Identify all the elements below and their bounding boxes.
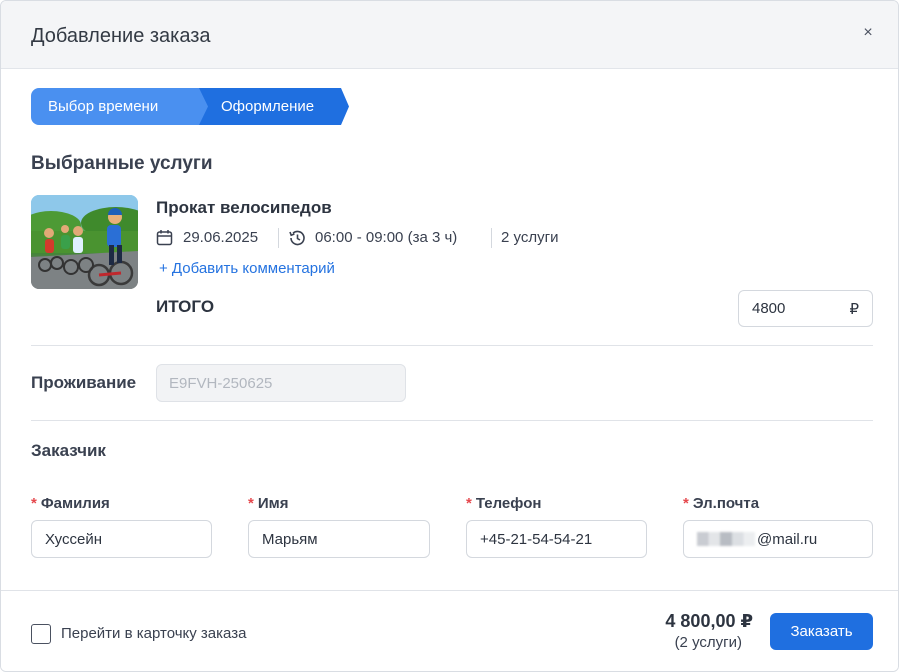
firstname-field[interactable]: Марьям bbox=[248, 520, 430, 558]
email-value: @mail.ru bbox=[757, 531, 818, 548]
total-label: ИТОГО bbox=[156, 297, 215, 316]
total-price-value: 4800 bbox=[752, 300, 786, 317]
calendar-icon bbox=[156, 230, 173, 246]
service-image bbox=[31, 195, 138, 289]
lastname-field[interactable]: Хуссейн bbox=[31, 520, 212, 558]
step-checkout[interactable]: Оформление bbox=[199, 88, 349, 125]
selected-services-title: Выбранные услуги bbox=[31, 153, 213, 174]
lastname-label: * Фамилия bbox=[31, 495, 110, 512]
open-order-card-checkbox[interactable] bbox=[31, 624, 51, 644]
dialog-header: Добавление заказа × bbox=[1, 1, 898, 69]
dialog-title: Добавление заказа bbox=[31, 25, 211, 47]
required-mark: * bbox=[248, 495, 254, 512]
meta-divider bbox=[278, 228, 279, 248]
stay-input: E9FVH-250625 bbox=[156, 364, 406, 402]
customer-title: Заказчик bbox=[31, 441, 106, 460]
history-clock-icon bbox=[289, 230, 305, 246]
required-mark: * bbox=[683, 495, 689, 512]
footer-total: 4 800,00 ₽ bbox=[665, 611, 753, 631]
stay-value: E9FVH-250625 bbox=[169, 375, 273, 392]
step-time-selection[interactable]: Выбор времени bbox=[31, 88, 211, 125]
open-order-card-label[interactable]: Перейти в карточку заказа bbox=[61, 625, 246, 642]
bike-photo-icon bbox=[31, 195, 138, 289]
service-time: 06:00 - 09:00 (за 3 ч) bbox=[315, 229, 458, 246]
section-divider bbox=[31, 345, 873, 346]
email-label: * Эл.почта bbox=[683, 495, 760, 512]
phone-value: +45-21-54-54-21 bbox=[480, 531, 593, 548]
add-comment-link[interactable]: + Добавить комментарий bbox=[159, 260, 335, 277]
stepper: Выбор времени Оформление bbox=[31, 88, 361, 125]
firstname-value: Марьям bbox=[262, 531, 318, 548]
section-divider bbox=[31, 420, 873, 421]
total-price-input[interactable]: 4800 ₽ bbox=[738, 290, 873, 327]
footer-services-count: (2 услуги) bbox=[674, 634, 742, 651]
add-order-dialog: Добавление заказа × Выбор времени Оформл… bbox=[0, 0, 899, 672]
redacted-text bbox=[697, 532, 755, 546]
dialog-footer: Перейти в карточку заказа 4 800,00 ₽ (2 … bbox=[1, 590, 898, 671]
currency-symbol: ₽ bbox=[849, 301, 859, 318]
meta-divider bbox=[491, 228, 492, 248]
phone-label: * Телефон bbox=[466, 495, 542, 512]
order-button[interactable]: Заказать bbox=[770, 613, 873, 650]
required-mark: * bbox=[31, 495, 37, 512]
required-mark: * bbox=[466, 495, 472, 512]
lastname-value: Хуссейн bbox=[45, 531, 103, 548]
email-field[interactable]: @mail.ru bbox=[683, 520, 873, 558]
service-date: 29.06.2025 bbox=[183, 229, 259, 246]
firstname-label: * Имя bbox=[248, 495, 289, 512]
close-button[interactable]: × bbox=[858, 23, 878, 43]
service-count: 2 услуги bbox=[501, 229, 559, 246]
phone-field[interactable]: +45-21-54-54-21 bbox=[466, 520, 647, 558]
stay-label: Проживание bbox=[31, 373, 137, 392]
service-name: Прокат велосипедов bbox=[156, 198, 332, 217]
